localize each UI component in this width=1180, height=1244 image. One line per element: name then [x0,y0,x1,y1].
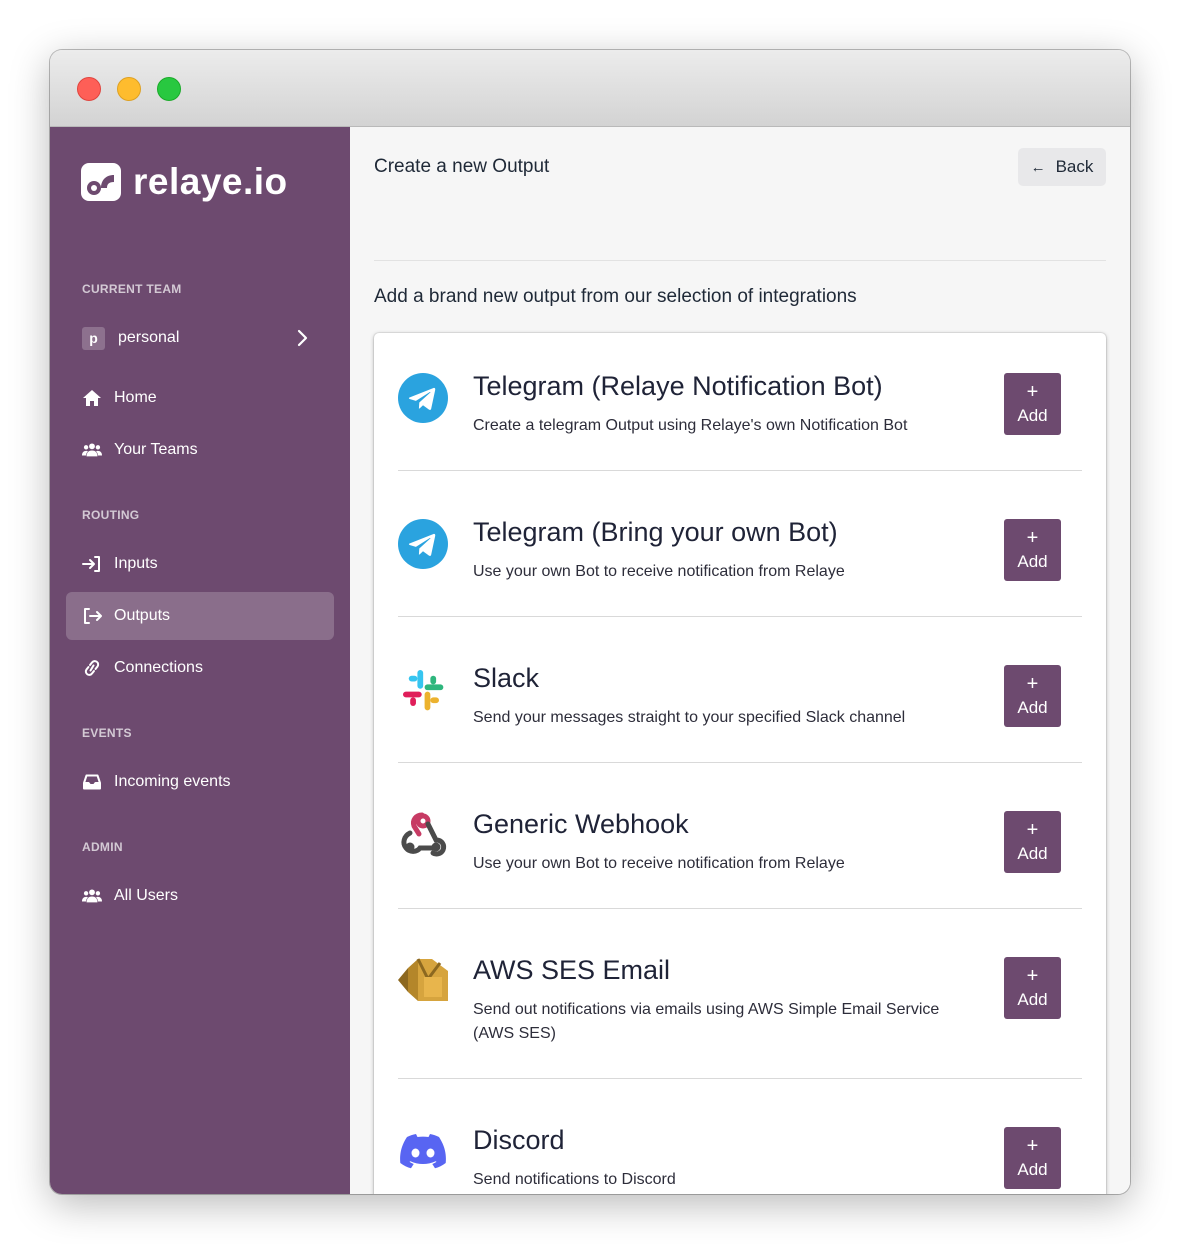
users-icon [82,440,102,460]
relaye-logo-icon [81,163,121,201]
routing-label: ROUTING [82,508,140,522]
back-button-label: Back [1055,157,1094,176]
add-aws-ses-button[interactable]: + Add [1004,957,1061,1019]
nav-home-label: Home [114,389,157,406]
nav-connections[interactable]: Connections [66,644,334,692]
add-telegram-own-bot-button[interactable]: + Add [1004,519,1061,581]
integration-description: Send notifications to Discord [473,1171,676,1188]
integrations-list: Telegram (Relaye Notification Bot) Creat… [374,333,1106,1194]
add-button-label: Add [1017,552,1048,571]
nav-outputs-label: Outputs [114,607,171,624]
brand-logo[interactable]: relaye.io [81,161,288,203]
integration-description: Use your own Bot to receive notification… [473,855,845,872]
nav-all-users-label: All Users [114,887,179,904]
nav-your-teams[interactable]: Your Teams [66,426,334,474]
events-label: EVENTS [82,726,132,740]
nav-connections-label: Connections [114,659,203,676]
arrow-left-icon: ← [1030,158,1046,176]
nav-home[interactable]: Home [66,374,334,422]
page-title: Create a new Output [374,156,550,177]
integration-title: Slack [473,663,540,693]
back-button[interactable]: ← Back [1018,148,1106,186]
header-divider [374,260,1106,261]
brand-name: relaye.io [133,161,288,202]
close-window-button[interactable] [77,77,101,101]
nav-your-teams-label: Your Teams [114,441,198,458]
nav-inputs-label: Inputs [114,555,158,572]
maximize-window-button[interactable] [157,77,181,101]
admin-label: ADMIN [82,840,123,854]
webhook-icon [401,812,447,857]
add-slack-button[interactable]: + Add [1004,665,1061,727]
add-button-label: Add [1017,406,1048,425]
plus-icon: + [1026,1135,1039,1157]
nav-inputs[interactable]: Inputs [66,540,334,588]
integration-description: Send out notifications via emails using … [473,1001,940,1042]
integration-row-telegram-relaye: Telegram (Relaye Notification Bot) Creat… [398,333,1082,471]
integration-title: Generic Webhook [473,809,689,839]
add-button-label: Add [1017,698,1048,717]
plus-icon: + [1026,527,1039,549]
inbox-icon [82,772,102,792]
plus-icon: + [1026,965,1039,987]
team-switcher[interactable]: p personal [66,314,334,362]
home-icon [82,388,102,408]
telegram-icon [398,519,448,569]
integration-title: Telegram (Relaye Notification Bot) [473,371,883,401]
main-content: Create a new Output ← Back Add a brand n… [350,127,1130,1194]
sidebar: relaye.io CURRENT TEAM p personal Home Y… [50,127,350,1194]
users-icon [82,886,102,906]
chevron-right-icon [297,329,308,347]
aws-ses-icon [398,958,448,1001]
title-bar [50,50,1130,127]
telegram-icon [398,373,448,423]
integration-title: AWS SES Email [473,955,671,985]
sign-in-icon [82,554,102,574]
plus-icon: + [1026,381,1039,403]
team-name: personal [118,329,180,346]
nav-outputs[interactable]: Outputs [66,592,334,640]
sign-out-icon [82,606,102,626]
integration-row-discord: Discord Send notifications to Discord + … [398,1079,1082,1194]
minimize-window-button[interactable] [117,77,141,101]
integration-description: Use your own Bot to receive notification… [473,563,845,580]
integration-row-telegram-own-bot: Telegram (Bring your own Bot) Use your o… [398,471,1082,617]
slack-icon [403,670,444,711]
section-subtitle: Add a brand new output from our selectio… [374,286,857,307]
add-button-label: Add [1017,1160,1048,1179]
plus-icon: + [1026,819,1039,841]
team-avatar: p [82,326,105,350]
add-generic-webhook-button[interactable]: + Add [1004,811,1061,873]
nav-all-users[interactable]: All Users [66,872,334,920]
integration-description: Create a telegram Output using Relaye's … [473,417,908,434]
nav-incoming-events[interactable]: Incoming events [66,758,334,806]
integration-description: Send your messages straight to your spec… [473,709,906,726]
current-team-label: CURRENT TEAM [82,282,182,296]
integration-title: Discord [473,1125,565,1155]
add-telegram-relaye-button[interactable]: + Add [1004,373,1061,435]
add-discord-button[interactable]: + Add [1004,1127,1061,1189]
add-button-label: Add [1017,990,1048,1009]
integration-row-aws-ses: AWS SES Email Send out notifications via… [398,909,1082,1079]
app-window: relaye.io CURRENT TEAM p personal Home Y… [50,50,1130,1194]
discord-icon [400,1134,446,1169]
add-button-label: Add [1017,844,1048,863]
plus-icon: + [1026,673,1039,695]
integration-row-slack: Slack Send your messages straight to you… [398,617,1082,763]
integration-row-webhook: Generic Webhook Use your own Bot to rece… [398,763,1082,909]
link-icon [82,658,102,678]
integration-title: Telegram (Bring your own Bot) [473,517,838,547]
nav-incoming-events-label: Incoming events [114,773,231,790]
